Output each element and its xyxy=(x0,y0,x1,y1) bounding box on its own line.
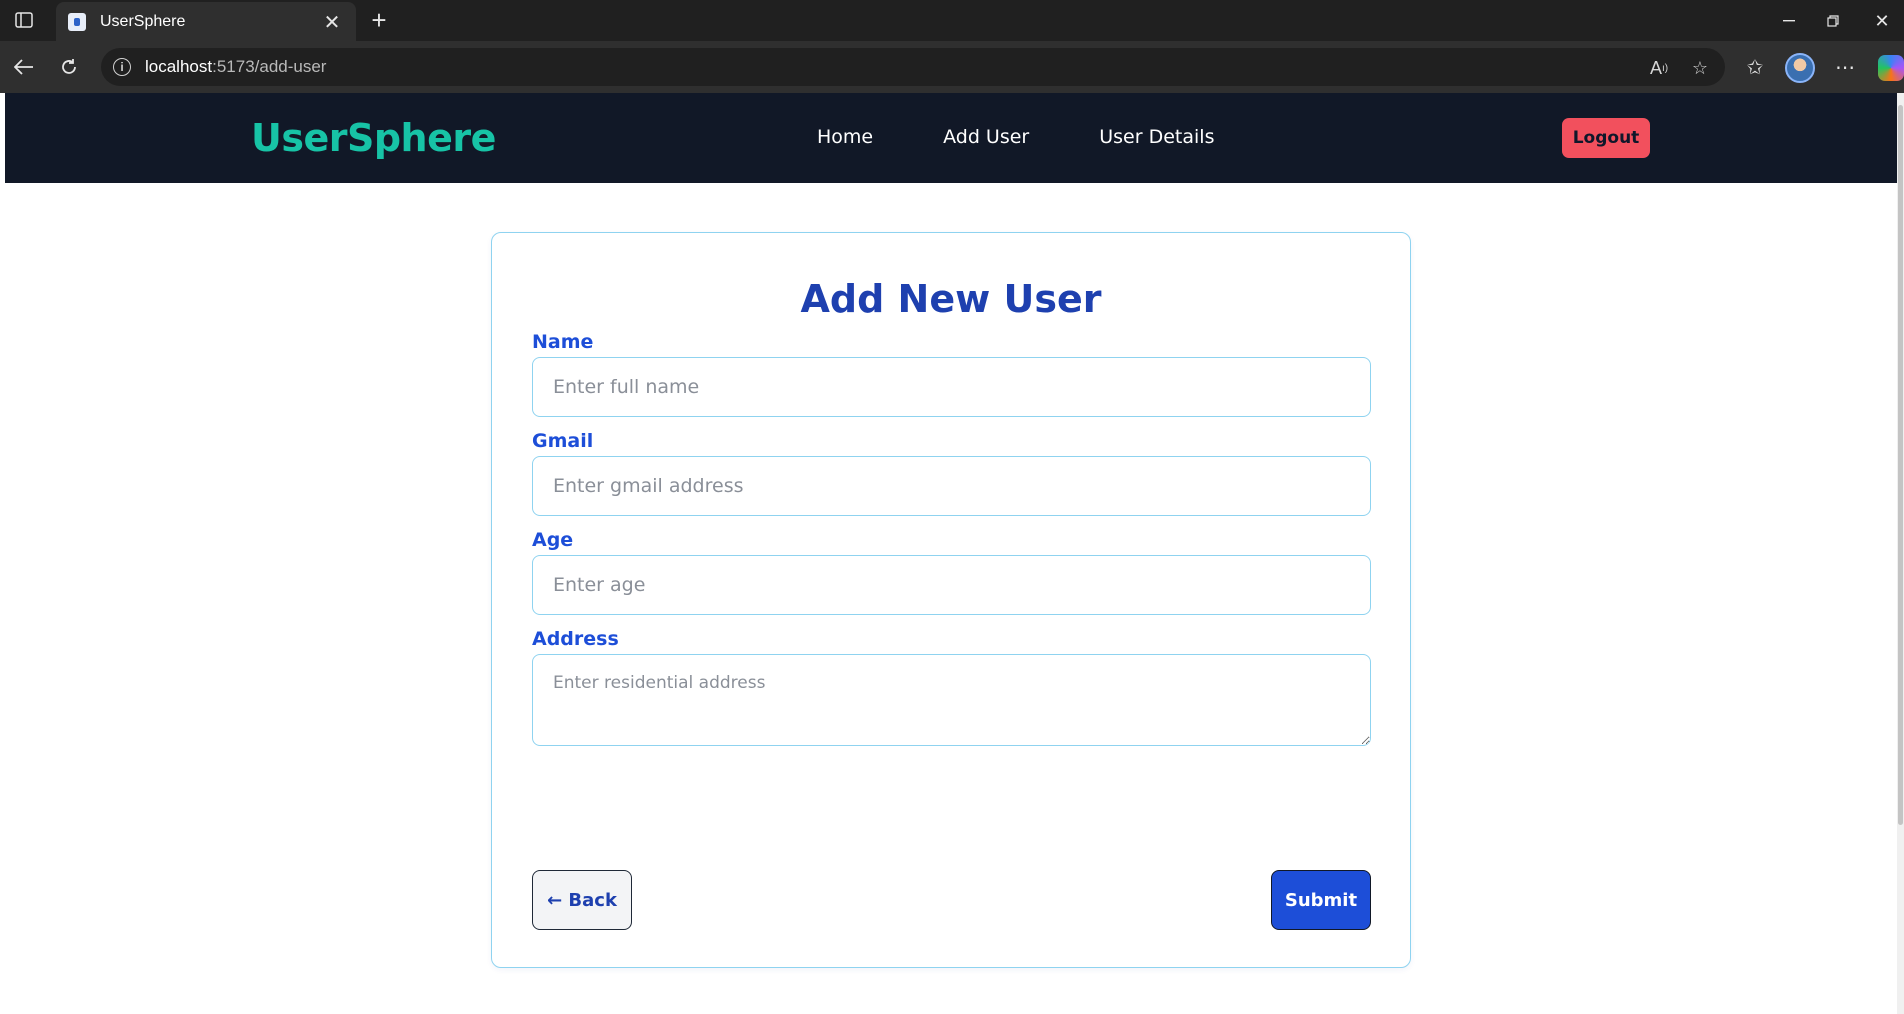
name-input[interactable] xyxy=(532,357,1371,417)
minimize-icon[interactable] xyxy=(1767,6,1811,36)
read-aloud-icon[interactable]: Aı) xyxy=(1648,57,1670,79)
form-title: Add New User xyxy=(800,277,1102,321)
new-tab-icon[interactable]: + xyxy=(364,6,394,36)
brand-logo[interactable]: UserSphere xyxy=(251,116,496,160)
browser-toolbar: i localhost:5173/add-user Aı) ☆ ✩ ⋯ xyxy=(0,41,1904,93)
url-path: :5173/add-user xyxy=(212,57,327,76)
browser-tab[interactable]: UserSphere ✕ xyxy=(56,2,356,42)
tab-title: UserSphere xyxy=(100,13,186,30)
app-navbar: UserSphere Home Add User User Details Lo… xyxy=(5,93,1897,183)
name-label: Name xyxy=(532,331,594,353)
age-input[interactable] xyxy=(532,555,1371,615)
address-label: Address xyxy=(532,628,619,650)
favorites-icon[interactable]: ✩ xyxy=(1740,52,1770,82)
page-viewport: UserSphere Home Add User User Details Lo… xyxy=(5,93,1897,1014)
tab-strip: UserSphere ✕ + ✕ xyxy=(0,0,1904,42)
nav-links: Home Add User User Details xyxy=(817,126,1214,148)
close-window-icon[interactable]: ✕ xyxy=(1860,6,1904,36)
restore-icon[interactable] xyxy=(1811,6,1855,36)
site-info-icon[interactable]: i xyxy=(113,58,131,76)
url-host: localhost xyxy=(145,57,213,76)
logout-button[interactable]: Logout xyxy=(1562,118,1650,158)
nav-home[interactable]: Home xyxy=(817,126,873,148)
page-scrollbar[interactable] xyxy=(1897,93,1904,1014)
favicon-icon xyxy=(68,13,86,31)
scroll-thumb[interactable] xyxy=(1898,105,1903,825)
back-arrow-icon[interactable] xyxy=(8,51,40,83)
browser-chrome: UserSphere ✕ + ✕ i localhost:5173/add-us… xyxy=(0,0,1904,93)
add-user-form-card: Add New User Name Gmail Age Address ← Ba… xyxy=(491,232,1411,968)
sidebar-toggle-icon[interactable] xyxy=(12,9,36,31)
close-tab-icon[interactable]: ✕ xyxy=(320,10,344,35)
age-label: Age xyxy=(532,529,574,551)
refresh-icon[interactable] xyxy=(53,51,85,83)
address-bar[interactable]: i localhost:5173/add-user Aı) ☆ xyxy=(101,48,1725,86)
favorite-star-icon[interactable]: ☆ xyxy=(1689,57,1711,79)
profile-avatar[interactable] xyxy=(1785,53,1815,83)
nav-add-user[interactable]: Add User xyxy=(943,126,1029,148)
gmail-input[interactable] xyxy=(532,456,1371,516)
address-textarea[interactable] xyxy=(532,654,1371,746)
back-button[interactable]: ← Back xyxy=(532,870,632,930)
more-options-icon[interactable]: ⋯ xyxy=(1830,52,1860,82)
submit-button[interactable]: Submit xyxy=(1271,870,1371,930)
copilot-icon[interactable] xyxy=(1878,55,1904,81)
gmail-label: Gmail xyxy=(532,430,594,452)
nav-user-details[interactable]: User Details xyxy=(1099,126,1214,148)
